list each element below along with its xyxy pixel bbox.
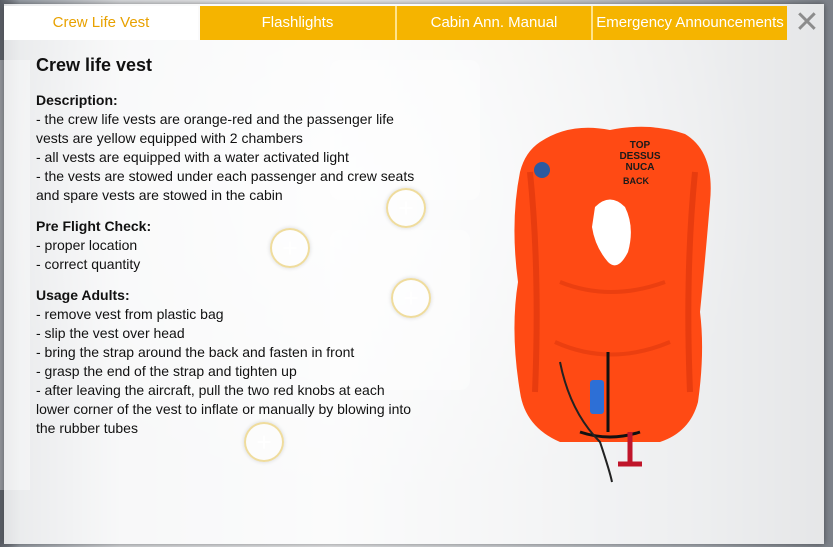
section-heading-description: Description: xyxy=(36,92,118,108)
tab-flashlights[interactable]: Flashlights xyxy=(200,6,397,40)
section-heading-usage-adults: Usage Adults: xyxy=(36,287,130,303)
usage-line: - after leaving the aircraft, pull the t… xyxy=(36,382,412,436)
close-icon[interactable]: ✕ xyxy=(792,8,822,39)
tab-emergency-announcements[interactable]: Emergency Announcements xyxy=(593,6,787,40)
page-title: Crew life vest xyxy=(36,55,153,75)
tab-crew-life-vest[interactable]: Crew Life Vest xyxy=(4,6,198,40)
section-heading-pre-flight: Pre Flight Check: xyxy=(36,218,152,234)
pre-flight-line: - proper location xyxy=(36,237,138,253)
usage-line: - bring the strap around the back and fa… xyxy=(36,344,355,360)
vest-label-text: DESSUS xyxy=(619,151,660,162)
usage-line: - remove vest from plastic bag xyxy=(36,306,224,322)
usage-line: - slip the vest over head xyxy=(36,325,185,341)
vest-label-text: BACK xyxy=(623,176,649,186)
vest-label-text: NUCA xyxy=(626,162,655,173)
vest-info-panel: Crew life vest Description: - the crew l… xyxy=(36,52,416,438)
usage-line: - grasp the end of the strap and tighten… xyxy=(36,363,297,379)
tab-cabin-ann-manual[interactable]: Cabin Ann. Manual xyxy=(397,6,593,40)
description-line: - all vests are equipped with a water ac… xyxy=(36,149,349,165)
crew-life-vest-image: TOP DESSUS NUCA BACK xyxy=(514,126,711,483)
description-line: - the crew life vests are orange-red and… xyxy=(36,111,394,146)
vest-label-text: TOP xyxy=(630,140,651,151)
pre-flight-line: - correct quantity xyxy=(36,256,141,272)
description-line: - the vests are stowed under each passen… xyxy=(36,168,415,203)
